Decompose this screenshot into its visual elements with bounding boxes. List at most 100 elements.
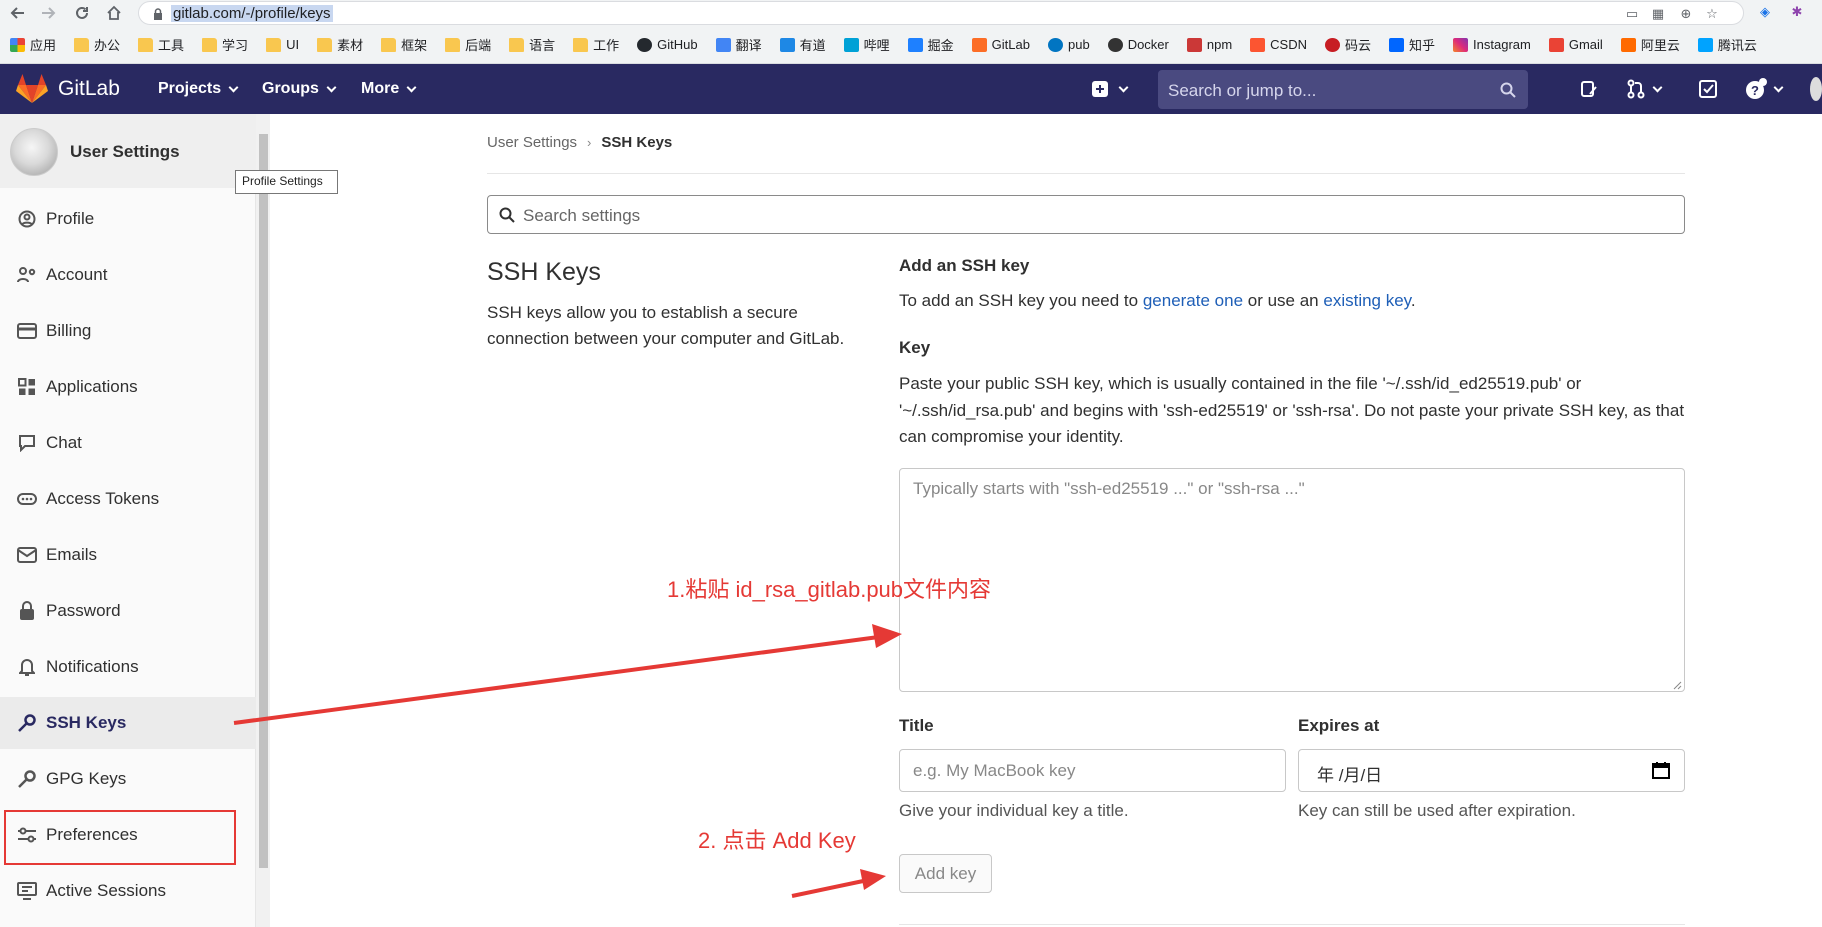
key-textarea[interactable] xyxy=(899,468,1685,692)
sidebar-item-active-sessions[interactable]: Active Sessions xyxy=(0,865,256,917)
chevron-down-icon xyxy=(228,82,239,92)
bookmark-folder[interactable]: UI xyxy=(266,37,299,52)
bookmark-folder[interactable]: 后端 xyxy=(445,35,491,54)
bookmark-folder[interactable]: 学习 xyxy=(202,35,248,54)
key-help-text: Paste your public SSH key, which is usua… xyxy=(899,374,1685,446)
bookmark-pub[interactable]: pub xyxy=(1047,37,1090,52)
home-button[interactable] xyxy=(104,3,124,23)
url-text[interactable]: gitlab.com/-/profile/keys xyxy=(171,5,333,22)
bookmark-translate[interactable]: 翻译 xyxy=(715,35,762,54)
sidebar-item-chat[interactable]: Chat xyxy=(0,417,256,469)
folder-icon xyxy=(138,37,154,52)
bookmark-juejin[interactable]: 掘金 xyxy=(907,35,954,54)
form-intro: To add an SSH key you need to generate o… xyxy=(899,291,1416,311)
bookmark-bilibili[interactable]: 哔哩 xyxy=(843,35,890,54)
translate-extension-icon[interactable]: ◈ xyxy=(1756,4,1774,20)
bookmark-gitlab[interactable]: GitLab xyxy=(971,37,1030,52)
sidebar-item-billing[interactable]: Billing xyxy=(0,305,256,357)
bookmark-youdao[interactable]: 有道 xyxy=(779,35,826,54)
bookmark-folder[interactable]: 素材 xyxy=(317,35,363,54)
reload-button[interactable] xyxy=(72,3,92,23)
existing-key-link[interactable]: existing key xyxy=(1323,291,1411,310)
zoom-icon[interactable]: ⊕ xyxy=(1677,6,1695,22)
issues-button[interactable] xyxy=(1580,77,1598,101)
gitlab-logo[interactable]: GitLab xyxy=(16,74,120,104)
gitee-icon xyxy=(1325,37,1341,52)
bookmark-apps[interactable]: 应用 xyxy=(10,35,56,54)
sidebar-item-gpg-keys[interactable]: GPG Keys xyxy=(0,753,256,805)
projects-dropdown[interactable]: Projects xyxy=(158,80,239,98)
lock-icon xyxy=(16,601,38,621)
bookmark-aliyun[interactable]: 阿里云 xyxy=(1620,35,1680,54)
sidebar-item-emails[interactable]: Emails xyxy=(0,529,256,581)
browser-toolbar: gitlab.com/-/profile/keys ▭ ▦ ⊕ ☆ ◈ ✱ xyxy=(0,0,1822,26)
bookmark-folder[interactable]: 工作 xyxy=(573,35,619,54)
reload-icon xyxy=(76,6,88,19)
dart-icon xyxy=(1047,37,1063,52)
breadcrumb-parent-link[interactable]: User Settings xyxy=(487,134,577,151)
more-dropdown[interactable]: More xyxy=(361,80,417,98)
address-bar[interactable]: gitlab.com/-/profile/keys ▭ ▦ ⊕ ☆ xyxy=(138,1,1744,25)
expires-label: Expires at xyxy=(1298,716,1380,735)
folder-icon xyxy=(445,37,461,52)
bookmark-folder[interactable]: 语言 xyxy=(509,35,555,54)
search-settings-input[interactable]: Search settings xyxy=(487,195,1685,234)
merge-requests-dropdown[interactable] xyxy=(1627,77,1663,101)
calendar-icon[interactable] xyxy=(1652,761,1670,779)
settings-sidebar: User Settings Profile Account Billing Ap… xyxy=(0,114,256,927)
generate-one-link[interactable]: generate one xyxy=(1143,291,1243,310)
gitlab-wordmark: GitLab xyxy=(58,77,120,100)
groups-label: Groups xyxy=(262,80,319,97)
bookmark-npm[interactable]: npm xyxy=(1186,37,1232,52)
bookmark-gmail[interactable]: Gmail xyxy=(1548,37,1603,52)
todos-button[interactable] xyxy=(1699,77,1717,101)
sidebar-item-password[interactable]: Password xyxy=(0,585,256,637)
global-search[interactable]: Search or jump to... xyxy=(1158,70,1528,109)
resize-grip-icon[interactable] xyxy=(1672,680,1682,690)
sidebar-item-profile[interactable]: Profile xyxy=(0,193,256,245)
sidebar-item-account[interactable]: Account xyxy=(0,249,256,301)
bookmark-folder[interactable]: 框架 xyxy=(381,35,427,54)
global-search-placeholder: Search or jump to... xyxy=(1168,81,1317,100)
key-label: Key xyxy=(899,338,931,357)
sidebar-scrollbar-thumb[interactable] xyxy=(259,134,268,868)
help-dropdown[interactable]: ? xyxy=(1745,77,1784,101)
bookmark-csdn[interactable]: CSDN xyxy=(1250,37,1307,52)
qr-code-icon[interactable]: ▦ xyxy=(1649,6,1667,22)
groups-dropdown[interactable]: Groups xyxy=(262,80,337,98)
add-key-button[interactable]: Add key xyxy=(899,854,992,893)
expires-date-input[interactable]: 年 /月/日 xyxy=(1298,749,1685,792)
new-dropdown[interactable] xyxy=(1092,77,1129,101)
sidebar-item-applications[interactable]: Applications xyxy=(0,361,256,413)
star-icon[interactable]: ☆ xyxy=(1703,6,1721,22)
apps-grid-icon xyxy=(10,37,25,52)
bookmark-docker[interactable]: Docker xyxy=(1107,37,1169,52)
bookmark-folder[interactable]: 工具 xyxy=(138,35,184,54)
back-button[interactable] xyxy=(8,3,28,23)
back-arrow-icon xyxy=(10,7,24,19)
bookmark-folder[interactable]: 办公 xyxy=(74,35,120,54)
extension-icon[interactable]: ✱ xyxy=(1788,4,1806,20)
sidebar-item-notifications[interactable]: Notifications xyxy=(0,641,256,693)
bookmark-tencent-cloud[interactable]: 腾讯云 xyxy=(1697,35,1757,54)
title-label: Title xyxy=(899,716,934,735)
folder-icon xyxy=(74,37,90,52)
title-input[interactable] xyxy=(899,749,1286,792)
user-avatar-button[interactable] xyxy=(1810,77,1822,101)
tencent-cloud-icon xyxy=(1697,37,1713,52)
sidebar-item-label: Password xyxy=(46,601,121,620)
breadcrumb-current[interactable]: SSH Keys xyxy=(601,134,672,151)
sidebar-item-ssh-keys[interactable]: SSH Keys xyxy=(0,697,256,749)
bookmark-zhihu[interactable]: 知乎 xyxy=(1389,35,1435,54)
forward-button[interactable] xyxy=(38,3,58,23)
mail-icon xyxy=(16,545,38,565)
sidebar-header[interactable]: User Settings xyxy=(0,114,256,188)
bookmark-github[interactable]: GitHub xyxy=(637,37,698,52)
bookmark-instagram[interactable]: Instagram xyxy=(1453,37,1531,52)
cast-icon[interactable]: ▭ xyxy=(1623,6,1641,22)
sidebar-item-access-tokens[interactable]: Access Tokens xyxy=(0,473,256,525)
expires-date-value[interactable]: 年 /月/日 xyxy=(1317,761,1382,786)
bookmark-gitee[interactable]: 码云 xyxy=(1325,35,1371,54)
comment-icon xyxy=(16,433,38,453)
sidebar-item-label: Profile xyxy=(46,209,95,228)
